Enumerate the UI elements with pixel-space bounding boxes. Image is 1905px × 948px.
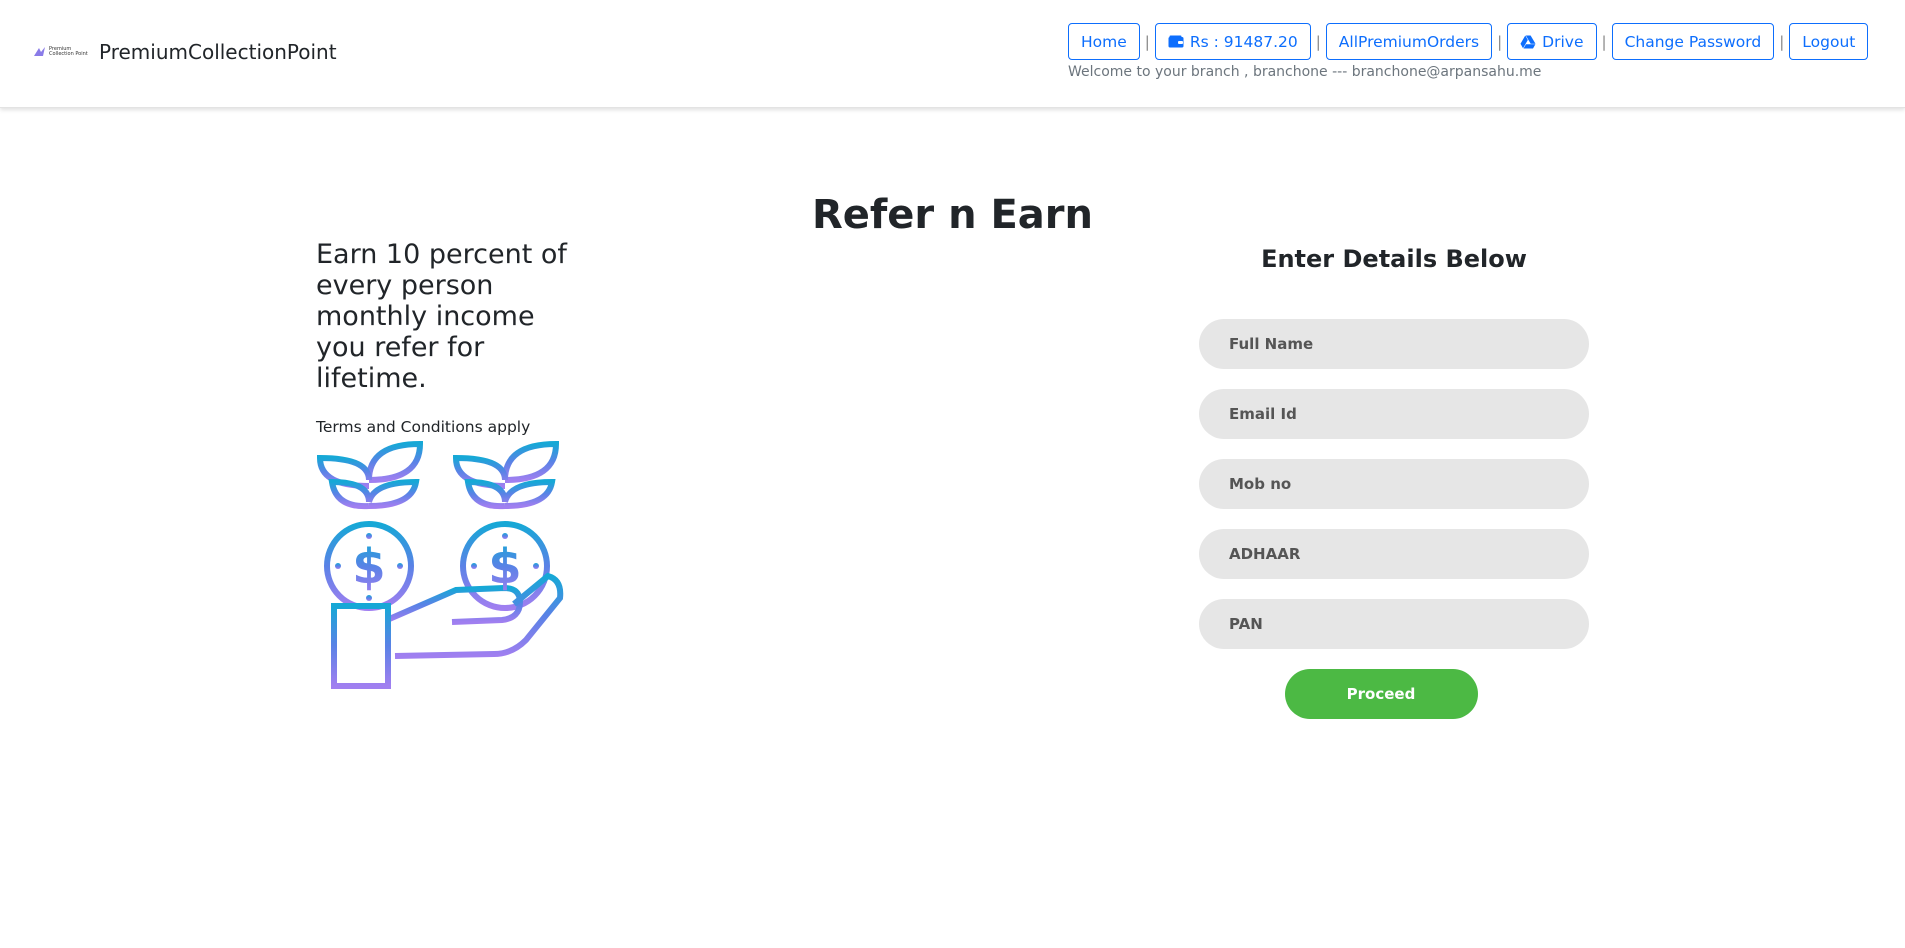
money-plant-hand-icon: $ $ — [316, 440, 564, 689]
drive-button[interactable]: Drive — [1507, 23, 1597, 60]
pan-field[interactable] — [1199, 599, 1589, 649]
brand-logo: Premium Collection Point — [33, 43, 91, 61]
all-premium-orders-button[interactable]: AllPremiumOrders — [1325, 23, 1493, 60]
form-title: Enter Details Below — [1261, 245, 1527, 273]
adhaar-field[interactable] — [1199, 529, 1589, 579]
refer-info: Earn 10 percent of every person monthly … — [316, 239, 576, 694]
balance-label: Rs : 91487.20 — [1189, 32, 1298, 51]
balance-button[interactable]: Rs : 91487.20 — [1154, 23, 1311, 60]
logo-text-collection: Collection Point — [49, 51, 88, 57]
home-label: Home — [1081, 32, 1127, 51]
wallet-icon — [1168, 35, 1184, 48]
nav-separator: | — [1601, 32, 1607, 51]
proceed-button[interactable]: Proceed — [1284, 669, 1478, 719]
email-field[interactable] — [1199, 389, 1589, 439]
nav-separator: | — [1315, 32, 1321, 51]
logout-button[interactable]: Logout — [1789, 23, 1869, 60]
full-name-field[interactable] — [1199, 319, 1589, 369]
refer-form: Enter Details Below Proceed — [1199, 245, 1589, 719]
change-password-label: Change Password — [1624, 32, 1762, 51]
brand[interactable]: Premium Collection Point PremiumCollecti… — [33, 40, 337, 64]
logo-mark-icon — [34, 47, 45, 56]
nav-menu: Home | Rs : 91487.20 | AllPremiumOrders … — [1068, 23, 1869, 60]
nav-separator: | — [1497, 32, 1503, 51]
drive-label: Drive — [1542, 32, 1584, 51]
refer-headline: Earn 10 percent of every person monthly … — [316, 239, 567, 394]
mobile-field[interactable] — [1199, 459, 1589, 509]
svg-text:$: $ — [488, 539, 521, 595]
svg-text:$: $ — [352, 539, 385, 595]
nav-separator: | — [1144, 32, 1150, 51]
logout-label: Logout — [1802, 32, 1856, 51]
drive-icon — [1520, 35, 1536, 49]
change-password-button[interactable]: Change Password — [1611, 23, 1775, 60]
brand-name[interactable]: PremiumCollectionPoint — [99, 40, 337, 64]
nav-separator: | — [1779, 32, 1785, 51]
welcome-message: Welcome to your branch , branchone --- b… — [1068, 64, 1542, 80]
page-title: Refer n Earn — [811, 192, 1094, 238]
all-orders-label: AllPremiumOrders — [1338, 32, 1480, 51]
terms-text: Terms and Conditions apply — [316, 418, 531, 436]
home-button[interactable]: Home — [1068, 23, 1140, 60]
top-navbar: Premium Collection Point PremiumCollecti… — [0, 0, 1905, 108]
